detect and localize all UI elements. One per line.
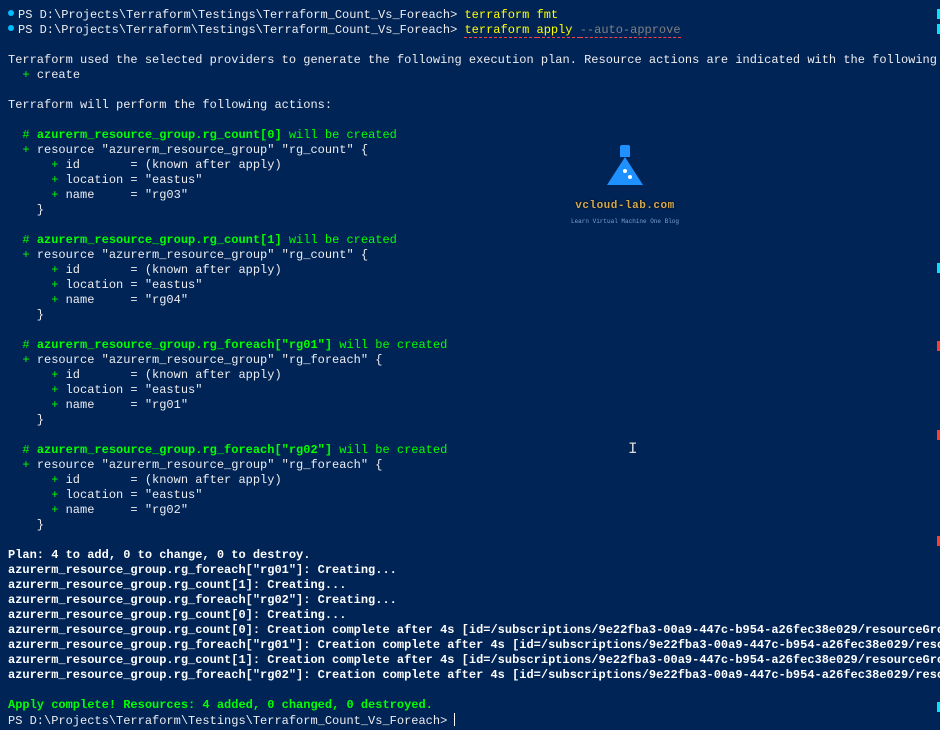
plan-summary: Plan: 4 to add, 0 to change, 0 to destro… <box>8 548 940 563</box>
prompt-line-2: PS D:\Projects\Terraform\Testings\Terraf… <box>8 23 940 38</box>
apply-complete: Apply complete! Resources: 4 added, 0 ch… <box>8 698 940 713</box>
intro-line-2: Terraform will perform the following act… <box>8 98 940 113</box>
prompt-line-1: PS D:\Projects\Terraform\Testings\Terraf… <box>8 8 940 23</box>
create-symbol: + create <box>8 68 940 83</box>
resource-blocks: # azurerm_resource_group.rg_count[0] wil… <box>8 128 940 548</box>
terminal-cursor <box>454 713 455 726</box>
prompt-line-3[interactable]: PS D:\Projects\Terraform\Testings\Terraf… <box>8 713 940 729</box>
intro-line-1: Terraform used the selected providers to… <box>8 53 940 68</box>
creation-output: azurerm_resource_group.rg_foreach["rg01"… <box>8 563 940 683</box>
